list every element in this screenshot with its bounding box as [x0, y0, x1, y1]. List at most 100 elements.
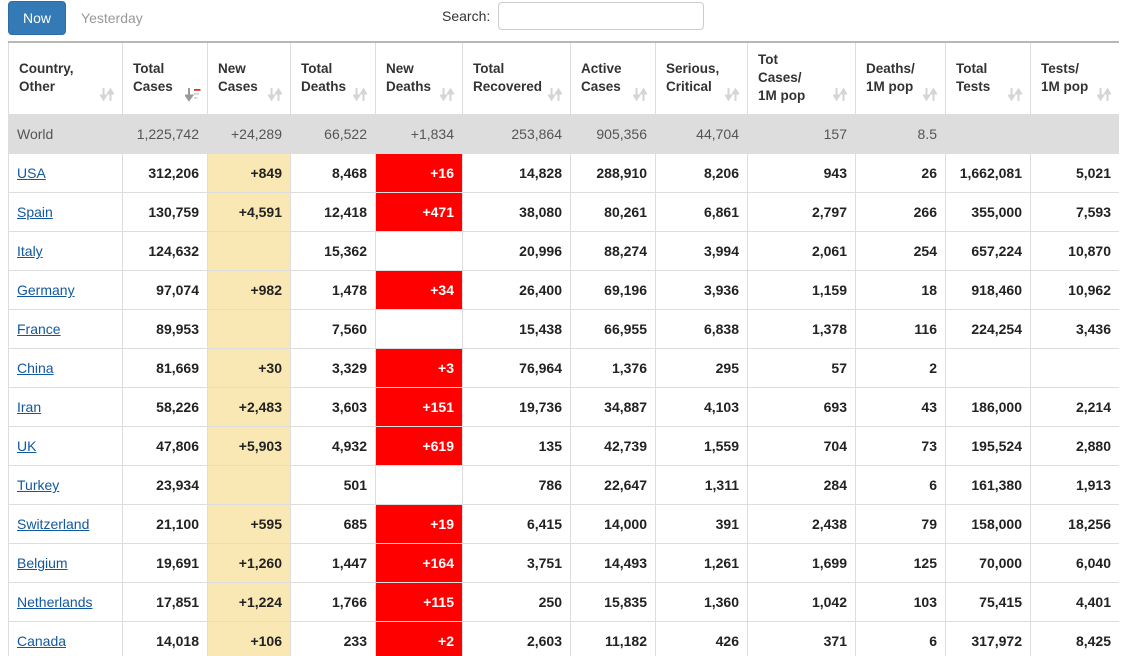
sort-none-icon[interactable] [1096, 87, 1112, 102]
cell-total-tests: 1,662,081 [945, 153, 1031, 194]
country-link[interactable]: USA [17, 165, 46, 181]
cell-tot-cases-per-1m: 371 [747, 621, 856, 656]
col-header-new-deaths[interactable]: New Deaths [375, 41, 463, 116]
cell-tot-cases-per-1m: 57 [747, 348, 856, 389]
sort-none-icon[interactable] [99, 87, 115, 102]
sort-none-icon[interactable] [632, 87, 648, 102]
col-header-total-recovered[interactable]: Total Recovered [462, 41, 571, 116]
cell-active-cases: 15,835 [570, 582, 656, 623]
cell-new-cases [207, 465, 291, 506]
cell-new-cases: +30 [207, 348, 291, 389]
search-input[interactable] [498, 2, 705, 30]
cell-tests-per-1m: 5,021 [1030, 153, 1119, 194]
sort-none-icon[interactable] [724, 87, 740, 102]
table-row: Turkey 23,934 501 786 22,647 1,311 284 6 161,380… [8, 465, 1119, 506]
col-header-total-tests[interactable]: Total Tests [945, 41, 1031, 116]
cell-new-deaths: +34 [375, 270, 463, 311]
country-link[interactable]: Iran [17, 399, 41, 415]
col-header-tot-cases-per-1m[interactable]: Tot Cases/1M pop [747, 41, 856, 116]
cell-deaths-per-1m: 6 [855, 621, 946, 656]
world-summary-row: World 1,225,742 +24,289 66,522 +1,834 253,864… [8, 114, 1119, 155]
cell-serious-critical: 44,704 [655, 114, 748, 155]
cell-country: Germany [8, 270, 123, 311]
sort-descending-icon[interactable] [183, 87, 201, 102]
country-link[interactable]: Spain [17, 204, 53, 220]
col-label-line2: 1M pop [1041, 79, 1089, 95]
cell-total-recovered: 15,438 [462, 309, 571, 350]
cell-tot-cases-per-1m: 2,061 [747, 231, 856, 272]
cell-total-recovered: 6,415 [462, 504, 571, 545]
cell-active-cases: 42,739 [570, 426, 656, 467]
country-link[interactable]: Turkey [17, 477, 59, 493]
cell-active-cases: 14,000 [570, 504, 656, 545]
sort-none-icon[interactable] [267, 87, 283, 102]
cell-tot-cases-per-1m: 2,438 [747, 504, 856, 545]
cell-new-cases: +595 [207, 504, 291, 545]
col-label-line1: Total [473, 61, 505, 77]
col-label-line1: Tot Cases/ [758, 52, 802, 86]
col-header-tests-per-1m[interactable]: Tests/1M pop [1030, 41, 1119, 116]
cell-total-cases: 124,632 [122, 231, 208, 272]
country-link[interactable]: Netherlands [17, 594, 93, 610]
sort-none-icon[interactable] [922, 87, 938, 102]
country-link[interactable]: UK [17, 438, 36, 454]
yesterday-button[interactable]: Yesterday [66, 1, 158, 35]
sort-none-icon[interactable] [439, 87, 455, 102]
cell-serious-critical: 391 [655, 504, 748, 545]
cell-deaths-per-1m: 254 [855, 231, 946, 272]
cell-serious-critical: 426 [655, 621, 748, 656]
sort-none-icon[interactable] [1007, 87, 1023, 102]
col-header-total-deaths[interactable]: Total Deaths [290, 41, 376, 116]
cell-new-cases: +1,260 [207, 543, 291, 584]
cell-total-tests: 355,000 [945, 192, 1031, 233]
header-row: Country, Other Total Cases New Cases Tot… [8, 41, 1119, 116]
cell-new-cases: +2,483 [207, 387, 291, 428]
country-link[interactable]: Canada [17, 633, 66, 649]
sort-none-icon[interactable] [547, 87, 563, 102]
col-header-active-cases[interactable]: Active Cases [570, 41, 656, 116]
table-row: Germany 97,074 +982 1,478 +34 26,400 69,196 3,9… [8, 270, 1119, 311]
cell-deaths-per-1m: 18 [855, 270, 946, 311]
col-header-total-cases[interactable]: Total Cases [122, 41, 208, 116]
col-label-line2: Deaths [301, 79, 347, 95]
table-row: Switzerland 21,100 +595 685 +19 6,415 14,000 39… [8, 504, 1119, 545]
cell-total-tests: 186,000 [945, 387, 1031, 428]
sort-none-icon[interactable] [352, 87, 368, 102]
cell-new-deaths: +115 [375, 582, 463, 623]
cell-new-cases [207, 231, 291, 272]
cell-total-deaths: 501 [290, 465, 376, 506]
col-label-line1: Country, [19, 61, 74, 77]
country-link[interactable]: France [17, 321, 61, 337]
cell-deaths-per-1m: 116 [855, 309, 946, 350]
cell-active-cases: 69,196 [570, 270, 656, 311]
col-label-line2: Cases [581, 79, 621, 95]
cell-deaths-per-1m: 103 [855, 582, 946, 623]
col-header-new-cases[interactable]: New Cases [207, 41, 291, 116]
cell-active-cases: 88,274 [570, 231, 656, 272]
table-row: Belgium 19,691 +1,260 1,447 +164 3,751 14,493 1… [8, 543, 1119, 584]
cell-total-cases: 81,669 [122, 348, 208, 389]
country-link[interactable]: Switzerland [17, 516, 89, 532]
sort-none-icon[interactable] [832, 87, 848, 102]
cell-tests-per-1m [1030, 348, 1119, 389]
cell-tests-per-1m: 7,593 [1030, 192, 1119, 233]
col-label-line2: Critical [666, 79, 712, 95]
country-link[interactable]: China [17, 360, 54, 376]
col-header-country[interactable]: Country, Other [8, 41, 123, 116]
now-button[interactable]: Now [8, 1, 67, 35]
country-link[interactable]: Belgium [17, 555, 68, 571]
cell-deaths-per-1m: 266 [855, 192, 946, 233]
col-label-line2: Deaths [386, 79, 432, 95]
country-link[interactable]: Italy [17, 243, 43, 259]
cell-country: Italy [8, 231, 123, 272]
country-link[interactable]: Germany [17, 282, 75, 298]
cell-total-tests: 224,254 [945, 309, 1031, 350]
cell-country: Iran [8, 387, 123, 428]
cell-new-cases [207, 309, 291, 350]
col-label-line1: Total [956, 61, 988, 77]
cell-deaths-per-1m: 79 [855, 504, 946, 545]
cell-total-cases: 23,934 [122, 465, 208, 506]
col-header-serious-critical[interactable]: Serious, Critical [655, 41, 748, 116]
col-header-deaths-per-1m[interactable]: Deaths/1M pop [855, 41, 946, 116]
col-label-line2: Cases [133, 79, 173, 95]
